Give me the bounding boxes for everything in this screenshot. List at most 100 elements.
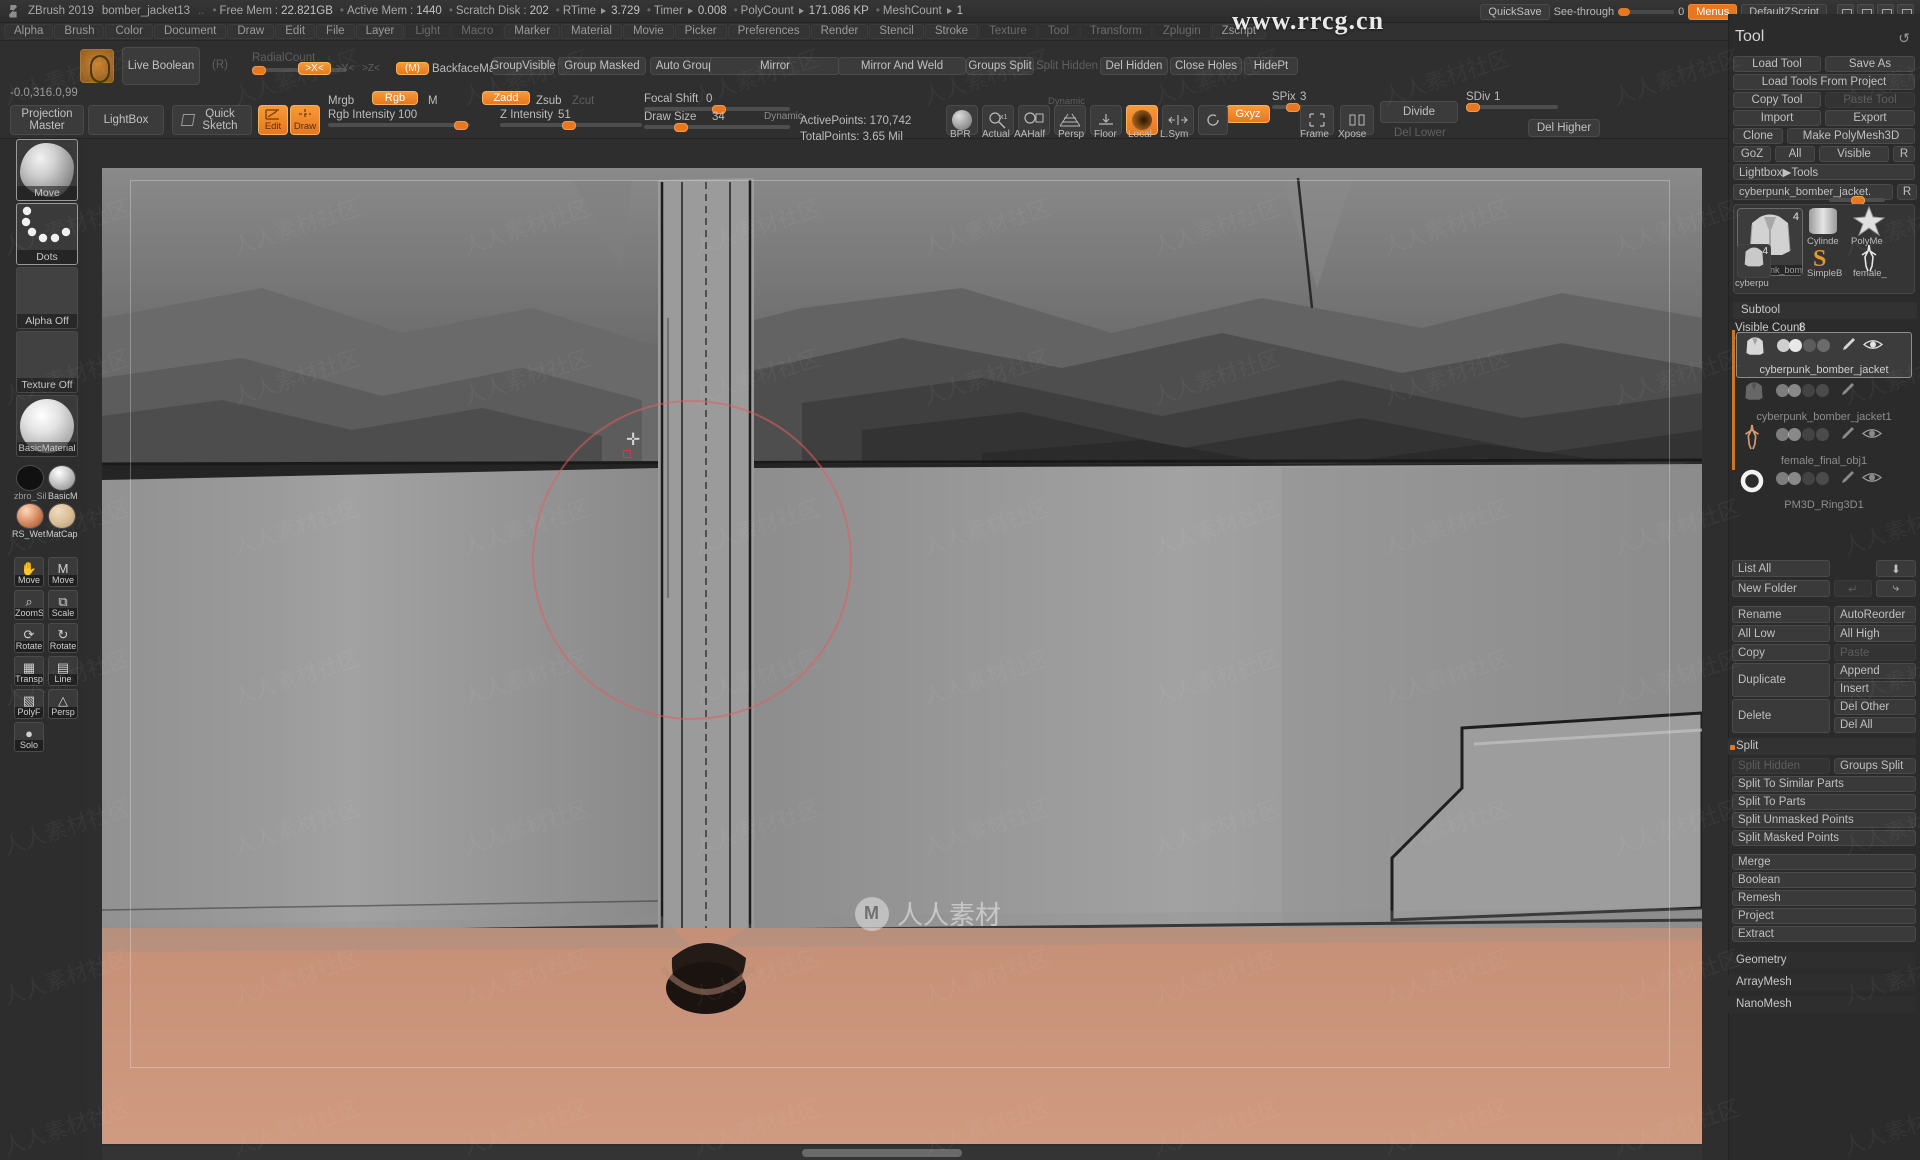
rename-button[interactable]: Rename [1732,606,1830,623]
mrgb-toggle[interactable]: Mrgb [328,95,354,107]
draw-size-knob[interactable] [674,122,688,132]
subtool-toggle-dot-2[interactable] [1802,428,1815,441]
texture-slot[interactable]: Texture Off [16,331,78,393]
append-button[interactable]: Append [1834,663,1916,679]
all-low-button[interactable]: All Low [1732,625,1830,642]
make-polymesh3d-button[interactable]: Make PolyMesh3D [1787,128,1915,144]
menu-edit[interactable]: Edit [275,24,316,39]
menu-material[interactable]: Material [561,24,622,39]
quick-sketch-button[interactable]: Quick Sketch [172,105,252,135]
subtool-toggle-dot-1[interactable] [1788,428,1801,441]
radial-count-knob[interactable] [252,65,266,75]
draw-button[interactable]: Draw [290,105,320,135]
menu-file[interactable]: File [316,24,355,39]
projection-master-button[interactable]: Projection Master [10,105,84,135]
r-button[interactable]: R [1893,146,1915,162]
geometry-section-header[interactable]: Geometry [1728,952,1916,969]
rgb-intensity-knob[interactable] [454,120,468,130]
duplicate-button[interactable]: Duplicate [1732,663,1830,697]
sdiv-slider[interactable] [1466,102,1558,112]
subtool-row[interactable]: cyberpunk_bomber_jacket1 [1736,378,1912,424]
copy-button[interactable]: Copy [1732,644,1830,661]
copy-tool-button[interactable]: Copy Tool [1733,92,1821,108]
quicksave-button[interactable]: QuickSave [1480,3,1550,20]
transform-zoomsd-2[interactable]: ⌕ZoomSD [14,590,44,620]
subtool-toggle-dot-1[interactable] [1789,339,1802,352]
save-as-button[interactable]: Save As [1825,56,1915,72]
menu-tool[interactable]: Tool [1037,24,1079,39]
menu-document[interactable]: Document [153,24,227,39]
del-lower-label[interactable]: Del Lower [1394,127,1446,139]
subtool-toggle-dot-3[interactable] [1816,428,1829,441]
merge-section-button[interactable]: Merge [1732,854,1916,870]
rgb-toggle[interactable]: Rgb [372,91,418,105]
divide-button[interactable]: Divide [1380,101,1458,123]
close-holes-button[interactable]: Close Holes [1170,57,1242,75]
subtool-paint-icon[interactable] [1840,383,1856,397]
z-intensity-knob[interactable] [562,120,576,130]
zcut-toggle[interactable]: Zcut [572,95,594,107]
extract-section-button[interactable]: Extract [1732,926,1916,942]
swatch-basic-material[interactable] [48,465,76,491]
live-boolean-button[interactable]: Live Boolean [122,47,200,85]
mirror-and-weld-button[interactable]: Mirror And Weld [838,57,966,75]
nanomesh-section-header[interactable]: NanoMesh [1728,996,1916,1013]
canvas-scrollbar-thumb[interactable] [802,1149,962,1157]
z-axis-toggle[interactable]: >Z< [360,62,382,75]
transform-move-1[interactable]: M Move [48,557,78,587]
subtool-toggle-dot-1[interactable] [1788,384,1801,397]
mirror-button[interactable]: Mirror [710,57,840,75]
menu-texture[interactable]: Texture [979,24,1037,39]
subtool-toggle-dot-3[interactable] [1816,472,1829,485]
split-section-header[interactable]: Split [1728,738,1916,755]
auto-reorder-button[interactable]: AutoReorder [1834,606,1916,623]
menu-alpha[interactable]: Alpha [4,24,54,39]
see-through-track[interactable] [1618,7,1675,16]
menu-movie[interactable]: Movie [622,24,674,39]
canvas-horizontal-scrollbar[interactable] [102,1146,1702,1160]
move-down-icon[interactable]: ⬇ [1876,560,1916,577]
see-through-knob[interactable] [1618,7,1631,16]
export-button[interactable]: Export [1825,110,1915,126]
remesh-section-button[interactable]: Remesh [1732,890,1916,906]
spix-knob[interactable] [1286,102,1300,112]
menu-stroke[interactable]: Stroke [924,24,979,39]
live-boolean-icon[interactable] [80,49,114,83]
menu-preferences[interactable]: Preferences [727,24,810,39]
x-axis-toggle[interactable]: >X< [298,62,331,75]
visible-button[interactable]: Visible [1819,146,1889,162]
tool-thumb-size-slider[interactable] [1829,195,1885,205]
brush-slot[interactable]: Move [16,139,78,201]
menu-marker[interactable]: Marker [504,24,561,39]
stroke-slot[interactable]: Dots [16,203,78,265]
paste-button[interactable]: Paste [1834,644,1916,661]
paste-tool-button[interactable]: Paste Tool [1825,92,1915,108]
delete-button[interactable]: Delete [1732,699,1830,733]
groups-split-button-panel[interactable]: Groups Split [1834,758,1916,774]
rgb-intensity-slider[interactable] [328,120,470,130]
menu-picker[interactable]: Picker [674,24,727,39]
swatch-matcap[interactable] [48,503,76,529]
material-slot[interactable]: BasicMaterial [16,395,78,457]
zadd-toggle[interactable]: Zadd [482,91,530,105]
subtool-toggle-dot-1[interactable] [1788,472,1801,485]
load-tools-from-project-button[interactable]: Load Tools From Project [1733,74,1915,90]
subtool-toggle-dot-2[interactable] [1803,339,1816,352]
menu-transform[interactable]: Transform [1079,24,1152,39]
menu-render[interactable]: Render [810,24,869,39]
groups-split-button[interactable]: Groups Split [966,57,1034,75]
edit-button[interactable]: Edit [258,105,288,135]
import-button[interactable]: Import [1733,110,1821,126]
subtool-scroll-indicator[interactable] [1732,330,1735,470]
y-axis-toggle[interactable]: >Y< [334,62,356,75]
hide-pt-button[interactable]: HidePt [1244,57,1298,75]
transform-line fill-7[interactable]: ▤Line Fill [48,656,78,686]
transform-scale-3[interactable]: ⧉ Scale [48,590,78,620]
transform-rotate-5[interactable]: ↻ Rotate [48,623,78,653]
transform-persp-9[interactable]: △ Persp [48,689,78,719]
list-all-button[interactable]: List All [1732,560,1830,577]
new-folder-button[interactable]: New Folder [1732,580,1830,597]
subtool-visibility-eye-icon[interactable] [1861,470,1883,485]
menu-draw[interactable]: Draw [227,24,275,39]
transform-polyf-8[interactable]: ▧ PolyF [14,689,44,719]
